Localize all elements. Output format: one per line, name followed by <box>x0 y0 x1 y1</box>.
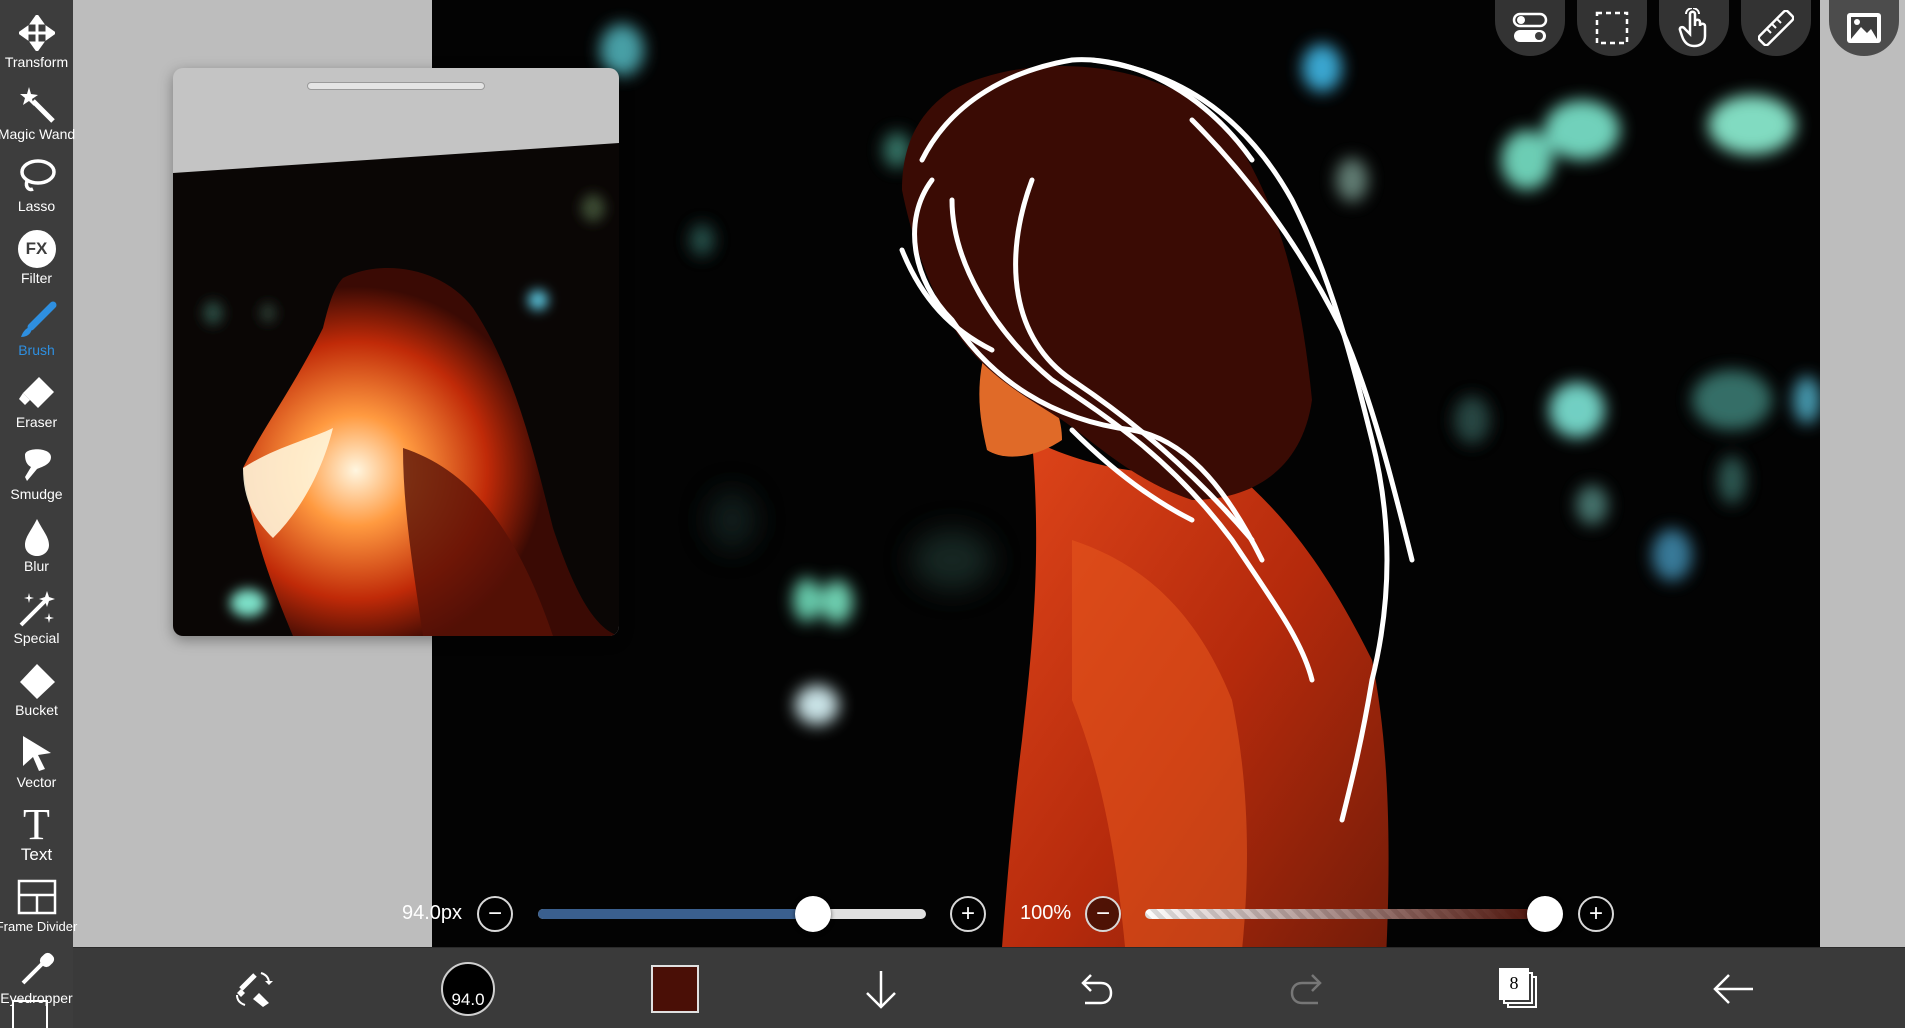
download-button[interactable] <box>841 948 921 1028</box>
tool-label: Eraser <box>15 414 58 430</box>
brush-preview-circle: 94.0 <box>441 961 495 1016</box>
redo-icon <box>1290 973 1322 1004</box>
tool-smudge[interactable]: Smudge <box>0 432 73 504</box>
brush-size-decrease-button[interactable]: − <box>477 896 513 932</box>
arrow-left-icon <box>1713 973 1753 1004</box>
opacity-value: 100% <box>1020 902 1072 924</box>
frame-divider-icon <box>15 875 59 919</box>
tool-label: Filter <box>20 270 53 286</box>
transform-icon <box>15 11 59 55</box>
tool-label: Text <box>20 845 53 864</box>
fx-glyph: FX <box>25 239 48 258</box>
tool-eraser[interactable]: Eraser <box>0 360 73 432</box>
tool-label: Blur <box>24 558 49 574</box>
tool-magic-wand[interactable]: Magic Wand <box>0 72 76 144</box>
opacity-slider-track[interactable] <box>1145 909 1545 919</box>
tool-lasso[interactable]: Lasso <box>0 144 73 216</box>
tool-blur[interactable]: Blur <box>0 504 73 576</box>
tool-label: Magic Wand <box>0 126 76 142</box>
right-panel <box>1823 0 1905 947</box>
canvas-tool-icon[interactable] <box>12 1000 48 1028</box>
fx-icon: FX <box>15 227 59 271</box>
blur-drop-icon <box>15 515 59 559</box>
special-sparkle-icon <box>15 587 59 631</box>
tool-transform[interactable]: Transform <box>0 0 73 72</box>
color-picker-button[interactable] <box>635 948 715 1028</box>
layers-button[interactable]: 8 <box>1480 948 1560 1028</box>
tool-label: Brush <box>18 342 55 358</box>
eraser-icon <box>15 371 59 415</box>
tool-brush[interactable]: Brush <box>0 288 73 360</box>
brush-icon <box>15 299 59 343</box>
lasso-icon <box>15 155 59 199</box>
tool-bucket[interactable]: Bucket <box>0 648 73 720</box>
ruler-icon <box>1758 10 1794 46</box>
brush-size-slider-fill <box>538 909 814 919</box>
tool-label: Special <box>13 630 60 646</box>
brush-size-preview-button[interactable]: 94.0 <box>428 948 508 1028</box>
bucket-icon <box>15 659 59 703</box>
eyedropper-icon <box>15 947 59 991</box>
brush-size-slider-track[interactable] <box>538 909 926 919</box>
tool-frame-divider[interactable]: Frame Divider <box>0 864 77 936</box>
tool-label: Bucket <box>15 702 58 718</box>
tool-special[interactable]: Special <box>0 576 73 648</box>
opacity-slider-knob[interactable] <box>1527 896 1563 932</box>
brush-size-value: 94.0px <box>402 902 463 924</box>
back-button[interactable] <box>1693 948 1773 1028</box>
arrow-down-icon <box>866 970 896 1009</box>
brush-settings-button[interactable] <box>213 948 293 1028</box>
app-window: Transform Magic Wand Lasso FX Filter Bru… <box>0 0 1905 1028</box>
drawing-canvas[interactable] <box>432 0 1820 1028</box>
bottom-toolbar: 94.0 8 <box>73 947 1905 1028</box>
reference-photo <box>173 143 619 636</box>
hand-touch-icon <box>1678 8 1707 48</box>
current-color-swatch <box>651 964 699 1013</box>
tool-eyedropper[interactable]: Eyedropper <box>0 936 73 1008</box>
opacity-slider-fill <box>1145 909 1545 919</box>
opacity-decrease-button[interactable]: − <box>1085 896 1121 932</box>
layers-icon: 8 <box>1499 967 1541 1010</box>
toggle-switches-icon <box>1512 12 1548 42</box>
tool-label: Vector <box>16 774 57 790</box>
magic-wand-icon <box>15 83 59 127</box>
text-t-icon: T <box>15 803 59 847</box>
tool-label: Transform <box>4 54 69 70</box>
tool-sidebar: Transform Magic Wand Lasso FX Filter Bru… <box>0 0 77 1028</box>
artwork <box>432 0 1820 1028</box>
tool-label: Smudge <box>10 486 63 502</box>
text-glyph: T <box>23 800 50 849</box>
brush-swap-icon <box>236 971 273 1007</box>
tool-vector[interactable]: Vector <box>0 720 73 792</box>
tool-label: Frame Divider <box>0 919 78 934</box>
layers-count: 8 <box>1509 973 1519 993</box>
opacity-increase-button[interactable]: + <box>1578 896 1614 932</box>
undo-button[interactable] <box>1055 948 1135 1028</box>
brush-preview-text: 94.0 <box>451 989 485 1009</box>
brush-size-increase-button[interactable]: + <box>950 896 986 932</box>
redo-button[interactable] <box>1268 948 1348 1028</box>
undo-icon <box>1081 973 1113 1004</box>
reference-window[interactable] <box>173 68 619 636</box>
tool-text[interactable]: T Text <box>0 792 73 864</box>
smudge-icon <box>15 443 59 487</box>
image-picture-icon <box>1847 13 1881 43</box>
dashed-selection-icon <box>1595 11 1629 45</box>
tool-filter[interactable]: FX Filter <box>0 216 73 288</box>
tool-label: Lasso <box>17 198 56 214</box>
vector-arrow-icon <box>15 731 59 775</box>
